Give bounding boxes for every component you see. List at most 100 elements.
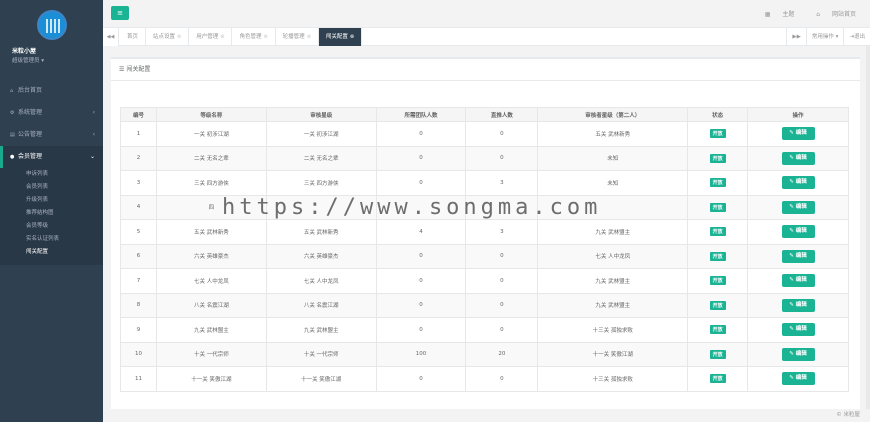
table-cell: 0 (375, 121, 467, 147)
profile-role-dropdown[interactable]: 超级管理员 ▾ (0, 56, 103, 64)
topbar-right: ▦ 主题 ⌂ 网站首页 (745, 9, 856, 18)
table-header-row: 编号 等级名称 审核星级 所需团队人数 直推人数 审核者星级（第二人） 状态 操作 (120, 107, 849, 122)
theme-link[interactable]: ▦ 主题 (755, 11, 795, 18)
edit-button[interactable]: ✎ 编辑 (781, 372, 815, 386)
list-icon: ▤ (10, 132, 15, 138)
submenu-member: 申诉列表 会员列表 升级列表 推荐结构图 会员等级 实名认证列表 闯关配置 (0, 168, 103, 265)
table-cell: 五关 武林新秀 (155, 219, 267, 245)
close-icon[interactable]: ⊗ (307, 34, 311, 40)
nav-item-3[interactable]: ● 会员管理 ⌄ (0, 146, 103, 168)
tabs-right: ▶▶ 常用操作 ▾ ⇥退出 (786, 28, 870, 46)
table-cell: 开放 (687, 145, 749, 171)
table-cell: 一关 初涉江湖 (155, 121, 267, 147)
table-cell: 开放 (687, 366, 749, 392)
table-cell: 九关 武林盟主 (537, 268, 689, 294)
nav-item-label: 会员管理 (18, 153, 43, 160)
edit-button[interactable]: ✎ 编辑 (781, 127, 815, 141)
table-cell: 开放 (687, 292, 749, 318)
edit-button[interactable]: ✎ 编辑 (781, 323, 815, 337)
logout-label: 退出 (853, 34, 865, 40)
table-cell: 0 (465, 121, 539, 147)
tab-2[interactable]: 用户管理 ⊗ (189, 28, 233, 46)
common-ops-dropdown[interactable]: 常用操作 ▾ (805, 28, 844, 46)
edit-button[interactable]: ✎ 编辑 (781, 347, 815, 361)
qr-code-icon (45, 19, 60, 33)
table-cell: 11 (120, 366, 157, 392)
avatar[interactable] (36, 10, 67, 40)
table-row: 6 六关 英雄豪杰 六关 英雄豪杰 0 0 七关 人中龙凤 开放 ✎ 编辑 (120, 243, 849, 269)
edit-button[interactable]: ✎ 编辑 (781, 225, 815, 239)
panel-title: ☰ 闯关配置 (111, 59, 860, 81)
close-icon[interactable]: ⊗ (177, 34, 181, 40)
table-cell: 三关 四方游侠 (155, 170, 267, 196)
tab-scroll-right-button[interactable]: ▶▶ (786, 28, 805, 46)
site-home-link[interactable]: ⌂ 网站首页 (806, 11, 856, 18)
edit-button[interactable]: ✎ 编辑 (781, 151, 815, 165)
logout-button[interactable]: ⇥退出 (843, 28, 870, 46)
tab-label: 站点设置 (153, 34, 176, 40)
submenu-item-5[interactable]: 实名认证列表 (0, 233, 103, 246)
table-cell: ✎ 编辑 (747, 194, 849, 220)
edit-label: 编辑 (795, 301, 807, 308)
table-row: 8 八关 名震江湖 八关 名震江湖 0 0 九关 武林盟主 开放 ✎ 编辑 (120, 292, 849, 318)
close-icon[interactable]: ⊗ (350, 34, 354, 40)
edit-button[interactable]: ✎ 编辑 (781, 274, 815, 288)
panel-title-text: 闯关配置 (126, 66, 151, 73)
double-left-icon: ◀◀ (106, 34, 115, 40)
table-cell: 九关 武林盟主 (265, 317, 377, 343)
watermark: https://www.songma.com (222, 195, 602, 220)
table-body: 1 一关 初涉江湖 一关 初涉江湖 0 0 五关 武林新秀 开放 ✎ 编辑 2 二关 无名之辈 二关… (120, 121, 849, 392)
table-cell: 六关 英雄豪杰 (155, 243, 267, 269)
edit-button[interactable]: ✎ 编辑 (781, 249, 815, 263)
edit-button[interactable]: ✎ 编辑 (781, 200, 815, 214)
tab-scroll-left-button[interactable]: ◀◀ (103, 28, 119, 46)
column-header: 操作 (747, 107, 849, 122)
table-cell: 七关 人中龙凤 (155, 268, 267, 294)
edit-button[interactable]: ✎ 编辑 (781, 176, 815, 190)
tab-4[interactable]: 轮播管理 ⊗ (276, 28, 319, 46)
table-cell: 未知 (537, 145, 689, 171)
grid-icon: ▦ (764, 11, 771, 18)
scrollbar[interactable] (866, 46, 870, 409)
table-cell: 0 (375, 292, 467, 318)
edit-label: 编辑 (795, 203, 807, 210)
submenu-item-3[interactable]: 推荐结构图 (0, 207, 103, 220)
menu-toggle-button[interactable]: ≡ (111, 6, 129, 20)
table-cell: ✎ 编辑 (747, 366, 849, 392)
status-badge: 开放 (709, 325, 726, 335)
table-cell: 开放 (687, 341, 749, 367)
table-cell: 八关 名震江湖 (155, 292, 267, 318)
table-cell: ✎ 编辑 (747, 121, 849, 147)
submenu-item-1[interactable]: 会员列表 (0, 181, 103, 194)
close-icon[interactable]: ⊗ (220, 34, 224, 40)
profile-block: 米粒小屋 超级管理员 ▾ (0, 0, 103, 80)
nav-list: ⌂ 后台首页 ⚙ 系统管理 ‹ ▤ 公告管理 ‹ ● 会员管理 ⌄ (0, 80, 103, 168)
submenu-item-4[interactable]: 会员等级 (0, 220, 103, 233)
table-row: 7 七关 人中龙凤 七关 人中龙凤 0 0 九关 武林盟主 开放 ✎ 编辑 (120, 268, 849, 294)
tab-label: 首页 (127, 34, 139, 40)
column-header: 编号 (120, 107, 157, 122)
table-cell: 0 (465, 243, 539, 269)
nav-item-2[interactable]: ▤ 公告管理 ‹ (0, 124, 103, 146)
edit-button[interactable]: ✎ 编辑 (781, 298, 815, 312)
close-icon[interactable]: ⊗ (263, 34, 267, 40)
submenu-item-6[interactable]: 闯关配置 (0, 246, 103, 259)
column-header: 审核者星级（第二人） (537, 107, 689, 122)
tab-1[interactable]: 站点设置 ⊗ (146, 28, 190, 46)
tab-3[interactable]: 角色管理 ⊗ (232, 28, 276, 46)
table-cell: 0 (465, 145, 539, 171)
tab-0[interactable]: 首页 (120, 28, 147, 46)
table-cell: ✎ 编辑 (747, 170, 849, 196)
footer: © 米粒屋 (836, 412, 860, 418)
table-cell: 0 (375, 243, 467, 269)
table-cell: 五关 武林新秀 (537, 121, 689, 147)
nav-item-0[interactable]: ⌂ 后台首页 (0, 80, 103, 102)
table-cell: ✎ 编辑 (747, 317, 849, 343)
level-config-table: 编号 等级名称 审核星级 所需团队人数 直推人数 审核者星级（第二人） 状态 操作 1 一关 初… (120, 107, 849, 392)
submenu-item-2[interactable]: 升级列表 (0, 194, 103, 207)
table-cell: 3 (120, 170, 157, 196)
submenu-item-0[interactable]: 申诉列表 (0, 168, 103, 181)
tab-5[interactable]: 闯关配置 ⊗ (318, 28, 363, 46)
table-cell: 0 (465, 366, 539, 392)
nav-item-1[interactable]: ⚙ 系统管理 ‹ (0, 102, 103, 124)
